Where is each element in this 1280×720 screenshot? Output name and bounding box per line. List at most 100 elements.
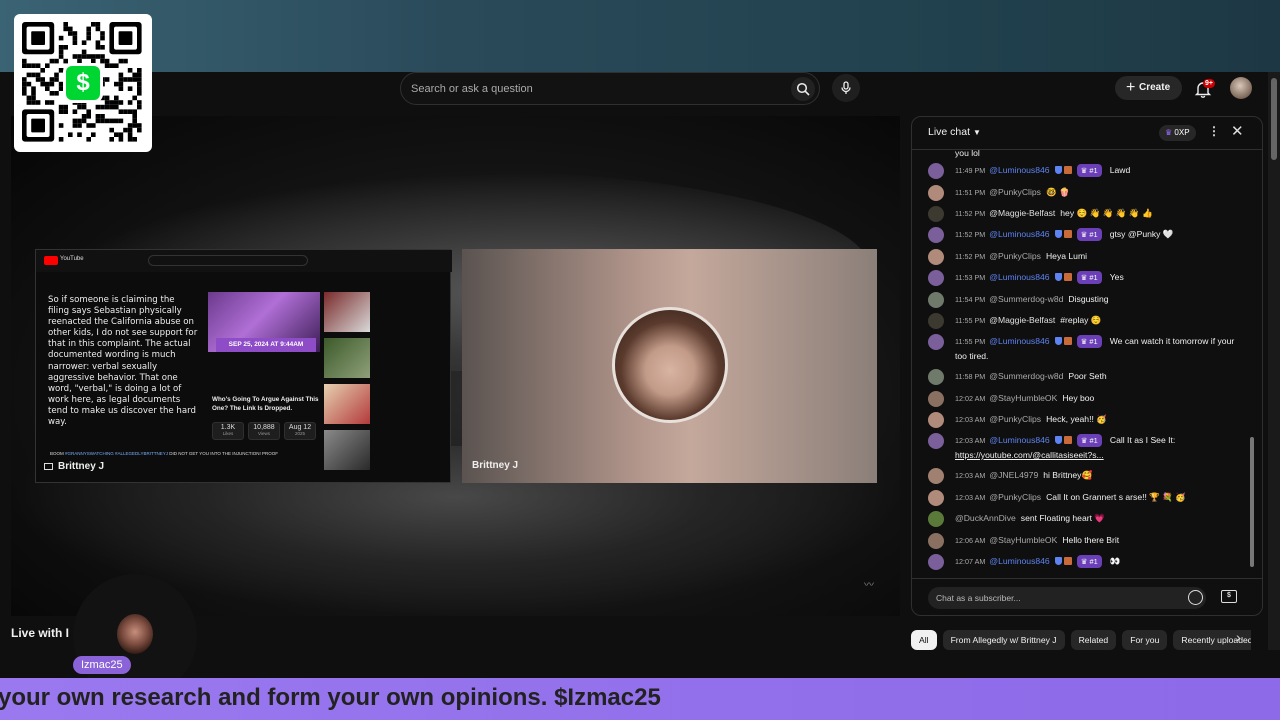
chat-text: gtsy @Punky 🤍	[1109, 229, 1174, 239]
chat-timestamp: 11:55 PM	[955, 337, 986, 346]
chat-timestamp: 11:58 PM	[955, 372, 986, 381]
chat-author[interactable]: @Maggie-Belfast	[989, 315, 1055, 325]
chat-avatar[interactable]	[928, 249, 944, 265]
microphone-icon	[841, 81, 851, 94]
search-button[interactable]	[791, 77, 815, 101]
chat-author[interactable]: @Luminous846	[989, 556, 1049, 566]
chat-scrollbar[interactable]	[1250, 157, 1254, 567]
xp-badge[interactable]: ♛ 0XP	[1159, 125, 1196, 141]
chat-author[interactable]: @PunkyClips	[989, 414, 1041, 424]
chat-author[interactable]: @Summerdog-w8d	[989, 371, 1063, 381]
voice-search-button[interactable]	[832, 74, 860, 102]
youtube-wordmark: YouTube	[60, 256, 84, 262]
chat-avatar[interactable]	[928, 490, 944, 506]
close-chat-icon[interactable]: ✕	[1231, 122, 1244, 140]
super-chat-icon[interactable]: $	[1221, 590, 1237, 603]
shared-headline: Who's Going To Argue Against This One? T…	[212, 396, 319, 412]
page-scrollbar-thumb[interactable]	[1271, 78, 1277, 160]
chat-avatar[interactable]	[928, 391, 944, 407]
chat-avatar[interactable]	[928, 433, 944, 449]
moderator-shield-icon	[1054, 273, 1062, 281]
chat-author[interactable]: @PunkyClips	[989, 492, 1041, 502]
chat-avatar[interactable]	[928, 468, 944, 484]
chat-avatar[interactable]	[928, 554, 944, 570]
chat-author[interactable]: @Summerdog-w8d	[989, 294, 1063, 304]
filter-chip[interactable]: Related	[1070, 630, 1117, 650]
chat-avatar[interactable]	[928, 292, 944, 308]
chat-header: Live chat ▼ ♛ 0XP ⋮ ✕	[912, 117, 1262, 150]
chat-text: hey ☺️ 👋 👋 👋 👋 👍	[1060, 208, 1153, 218]
chat-author[interactable]: @Luminous846	[989, 435, 1049, 445]
filter-chip[interactable]: From Allegedly w/ Brittney J	[942, 630, 1065, 650]
chat-avatar[interactable]	[928, 334, 944, 350]
chat-timestamp: 11:52 PM	[955, 209, 986, 218]
account-avatar[interactable]	[1230, 77, 1252, 99]
chat-avatar[interactable]	[928, 270, 944, 286]
chat-input-area: $	[912, 578, 1262, 615]
chat-message: you lol	[928, 150, 1248, 161]
chat-message: 11:52 PM @Luminous846 ♛ #1 gtsy @Punky 🤍	[928, 227, 1248, 243]
chat-message: 11:58 PM @Summerdog-w8d Poor Seth	[928, 369, 1248, 385]
emoji-icon[interactable]	[1188, 590, 1203, 605]
chat-author[interactable]: @Luminous846	[989, 272, 1049, 282]
chat-author[interactable]: @Maggie-Belfast	[989, 208, 1055, 218]
rank-badge: ♛ #1	[1076, 434, 1102, 447]
search-input[interactable]	[411, 80, 781, 98]
create-label: Create	[1139, 82, 1171, 93]
shared-post-text: So if someone is claiming the filing say…	[48, 295, 198, 428]
chat-avatar[interactable]	[928, 227, 944, 243]
ticker-text: your own research and form your own opin…	[0, 684, 661, 711]
create-button[interactable]: + Create	[1115, 76, 1182, 100]
chat-avatar[interactable]	[928, 533, 944, 549]
gift-icon	[1063, 557, 1072, 565]
chat-text: Poor Seth	[1068, 371, 1107, 381]
chat-avatar[interactable]	[928, 412, 944, 428]
scrolling-ticker-banner: your own research and form your own opin…	[0, 678, 1280, 720]
rec-item	[324, 338, 444, 380]
chat-scrollbar-thumb[interactable]	[1250, 437, 1254, 567]
search-bar[interactable]	[400, 72, 820, 105]
chat-message: 11:55 PM @Luminous846 ♛ #1 We can watch it …	[928, 334, 1248, 364]
chat-author[interactable]: @JNEL4979	[989, 470, 1038, 480]
cashapp-icon: $	[63, 63, 103, 103]
plus-icon: +	[1126, 79, 1136, 96]
stat-date: Aug 12 2025	[284, 422, 316, 440]
chat-text: 🤓 🍿	[1045, 187, 1070, 197]
chat-avatar[interactable]	[928, 185, 944, 201]
chat-messages: you lol 11:49 PM @Luminous846 ♛ #1 Lawd 11:51…	[912, 150, 1262, 578]
moderator-shield-icon	[1054, 557, 1062, 565]
chat-mode-dropdown[interactable]: Live chat ▼	[928, 126, 981, 138]
chat-text: Hello there Brit	[1062, 535, 1120, 545]
shared-video-caption: BOOM #GRANNYSWATCHING #ALLEGEDLYBRITTNEY…	[50, 451, 279, 456]
chat-author[interactable]: @DuckAnnDive	[955, 513, 1016, 523]
date-badge: SEP 25, 2024 AT 9:44AM	[216, 338, 316, 352]
video-player[interactable]: YouTube So if someone is claiming the fi…	[11, 116, 900, 616]
gift-icon	[1063, 436, 1072, 444]
chat-avatar[interactable]	[928, 369, 944, 385]
chat-avatar[interactable]	[928, 313, 944, 329]
chevron-right-icon[interactable]: ›	[1236, 629, 1241, 645]
chat-timestamp: 12:06 AM	[955, 536, 986, 545]
filter-chip[interactable]: All	[911, 630, 937, 650]
chat-avatar[interactable]	[928, 163, 944, 179]
rec-item	[324, 384, 444, 426]
moderator-shield-icon	[1054, 436, 1062, 444]
chat-avatar[interactable]	[928, 206, 944, 222]
chat-author[interactable]: @StayHumbleOK	[989, 535, 1057, 545]
page-scrollbar[interactable]	[1268, 72, 1280, 650]
chat-author[interactable]: @PunkyClips	[989, 251, 1041, 261]
chat-author[interactable]: @Luminous846	[989, 336, 1049, 346]
chat-author[interactable]: @PunkyClips	[989, 187, 1041, 197]
chat-timestamp: 12:03 AM	[955, 471, 986, 480]
chat-input[interactable]	[928, 587, 1206, 609]
chat-author[interactable]: @Luminous846	[989, 165, 1049, 175]
chat-link[interactable]: https://youtube.com/@callitasiseeit?s...	[955, 450, 1104, 460]
chat-message: 12:02 AM @StayHumbleOK Hey boo	[928, 391, 1248, 407]
chat-timestamp: 11:54 PM	[955, 295, 986, 304]
chat-author[interactable]: @StayHumbleOK	[989, 393, 1057, 403]
gift-icon	[1063, 337, 1072, 345]
chat-author[interactable]: @Luminous846	[989, 229, 1049, 239]
chat-avatar[interactable]	[928, 511, 944, 527]
filter-chip[interactable]: For you	[1122, 630, 1168, 650]
more-options-icon[interactable]: ⋮	[1208, 124, 1220, 138]
